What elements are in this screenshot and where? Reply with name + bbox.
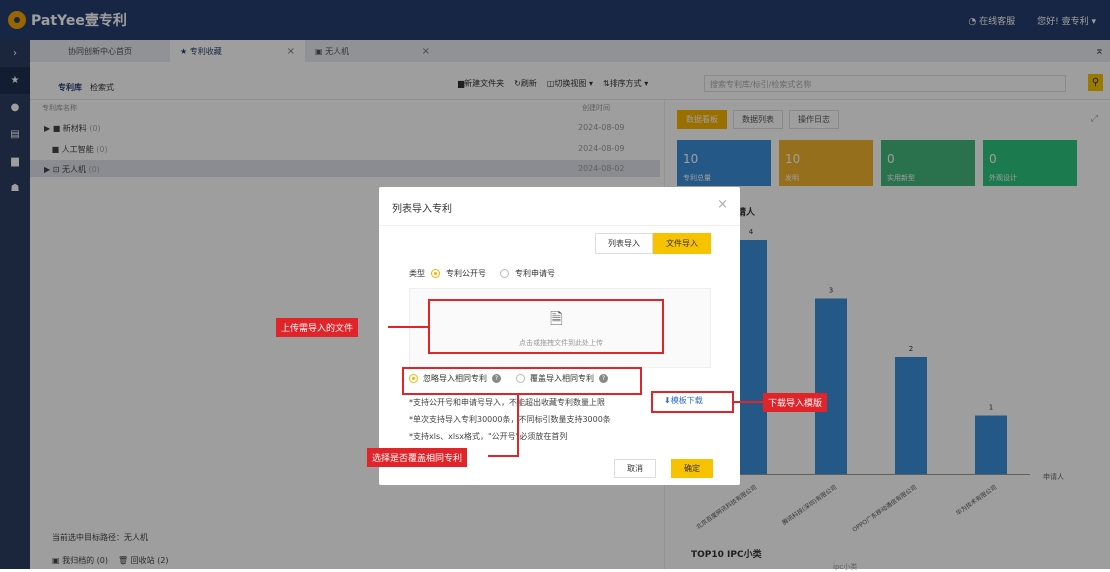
radio-label: 专利申请号 [515,269,555,278]
callout-connector [388,326,428,328]
duplicate-highlight-box [402,367,642,395]
radio-label: 专利公开号 [446,269,486,278]
tab-list-import[interactable]: 列表导入 [595,233,653,254]
upload-highlight-box [428,299,664,354]
callout-upload: 上传需导入的文件 [276,318,359,337]
modal-title: 列表导入专利 [392,204,452,215]
tab-file-import[interactable]: 文件导入 [653,233,711,254]
type-label: 类型 [409,269,425,278]
callout-connector [488,455,519,457]
cancel-button[interactable]: 取消 [614,459,656,478]
radio-application-number[interactable] [500,269,509,278]
note-line: *单次支持导入专利30000条，不同标引数量支持3000条 [409,415,611,424]
confirm-button[interactable]: 确定 [671,459,713,478]
note-line: *支持xls、xlsx格式，"公开号"必须放在首列 [409,432,568,441]
callout-duplicate: 选择是否覆盖相同专利 [367,448,468,467]
callout-connector [517,395,519,457]
import-notes: *支持公开号和申请号导入，不能超出收藏专利数量上限 *单次支持导入专利30000… [409,394,611,445]
radio-publication-number[interactable] [431,269,440,278]
close-icon[interactable]: × [717,197,728,212]
note-line: *支持公开号和申请号导入，不能超出收藏专利数量上限 [409,398,605,407]
callout-template: 下载导入模版 [763,393,828,412]
divider [379,225,740,226]
template-highlight-box [651,391,734,413]
callout-connector [734,401,763,403]
